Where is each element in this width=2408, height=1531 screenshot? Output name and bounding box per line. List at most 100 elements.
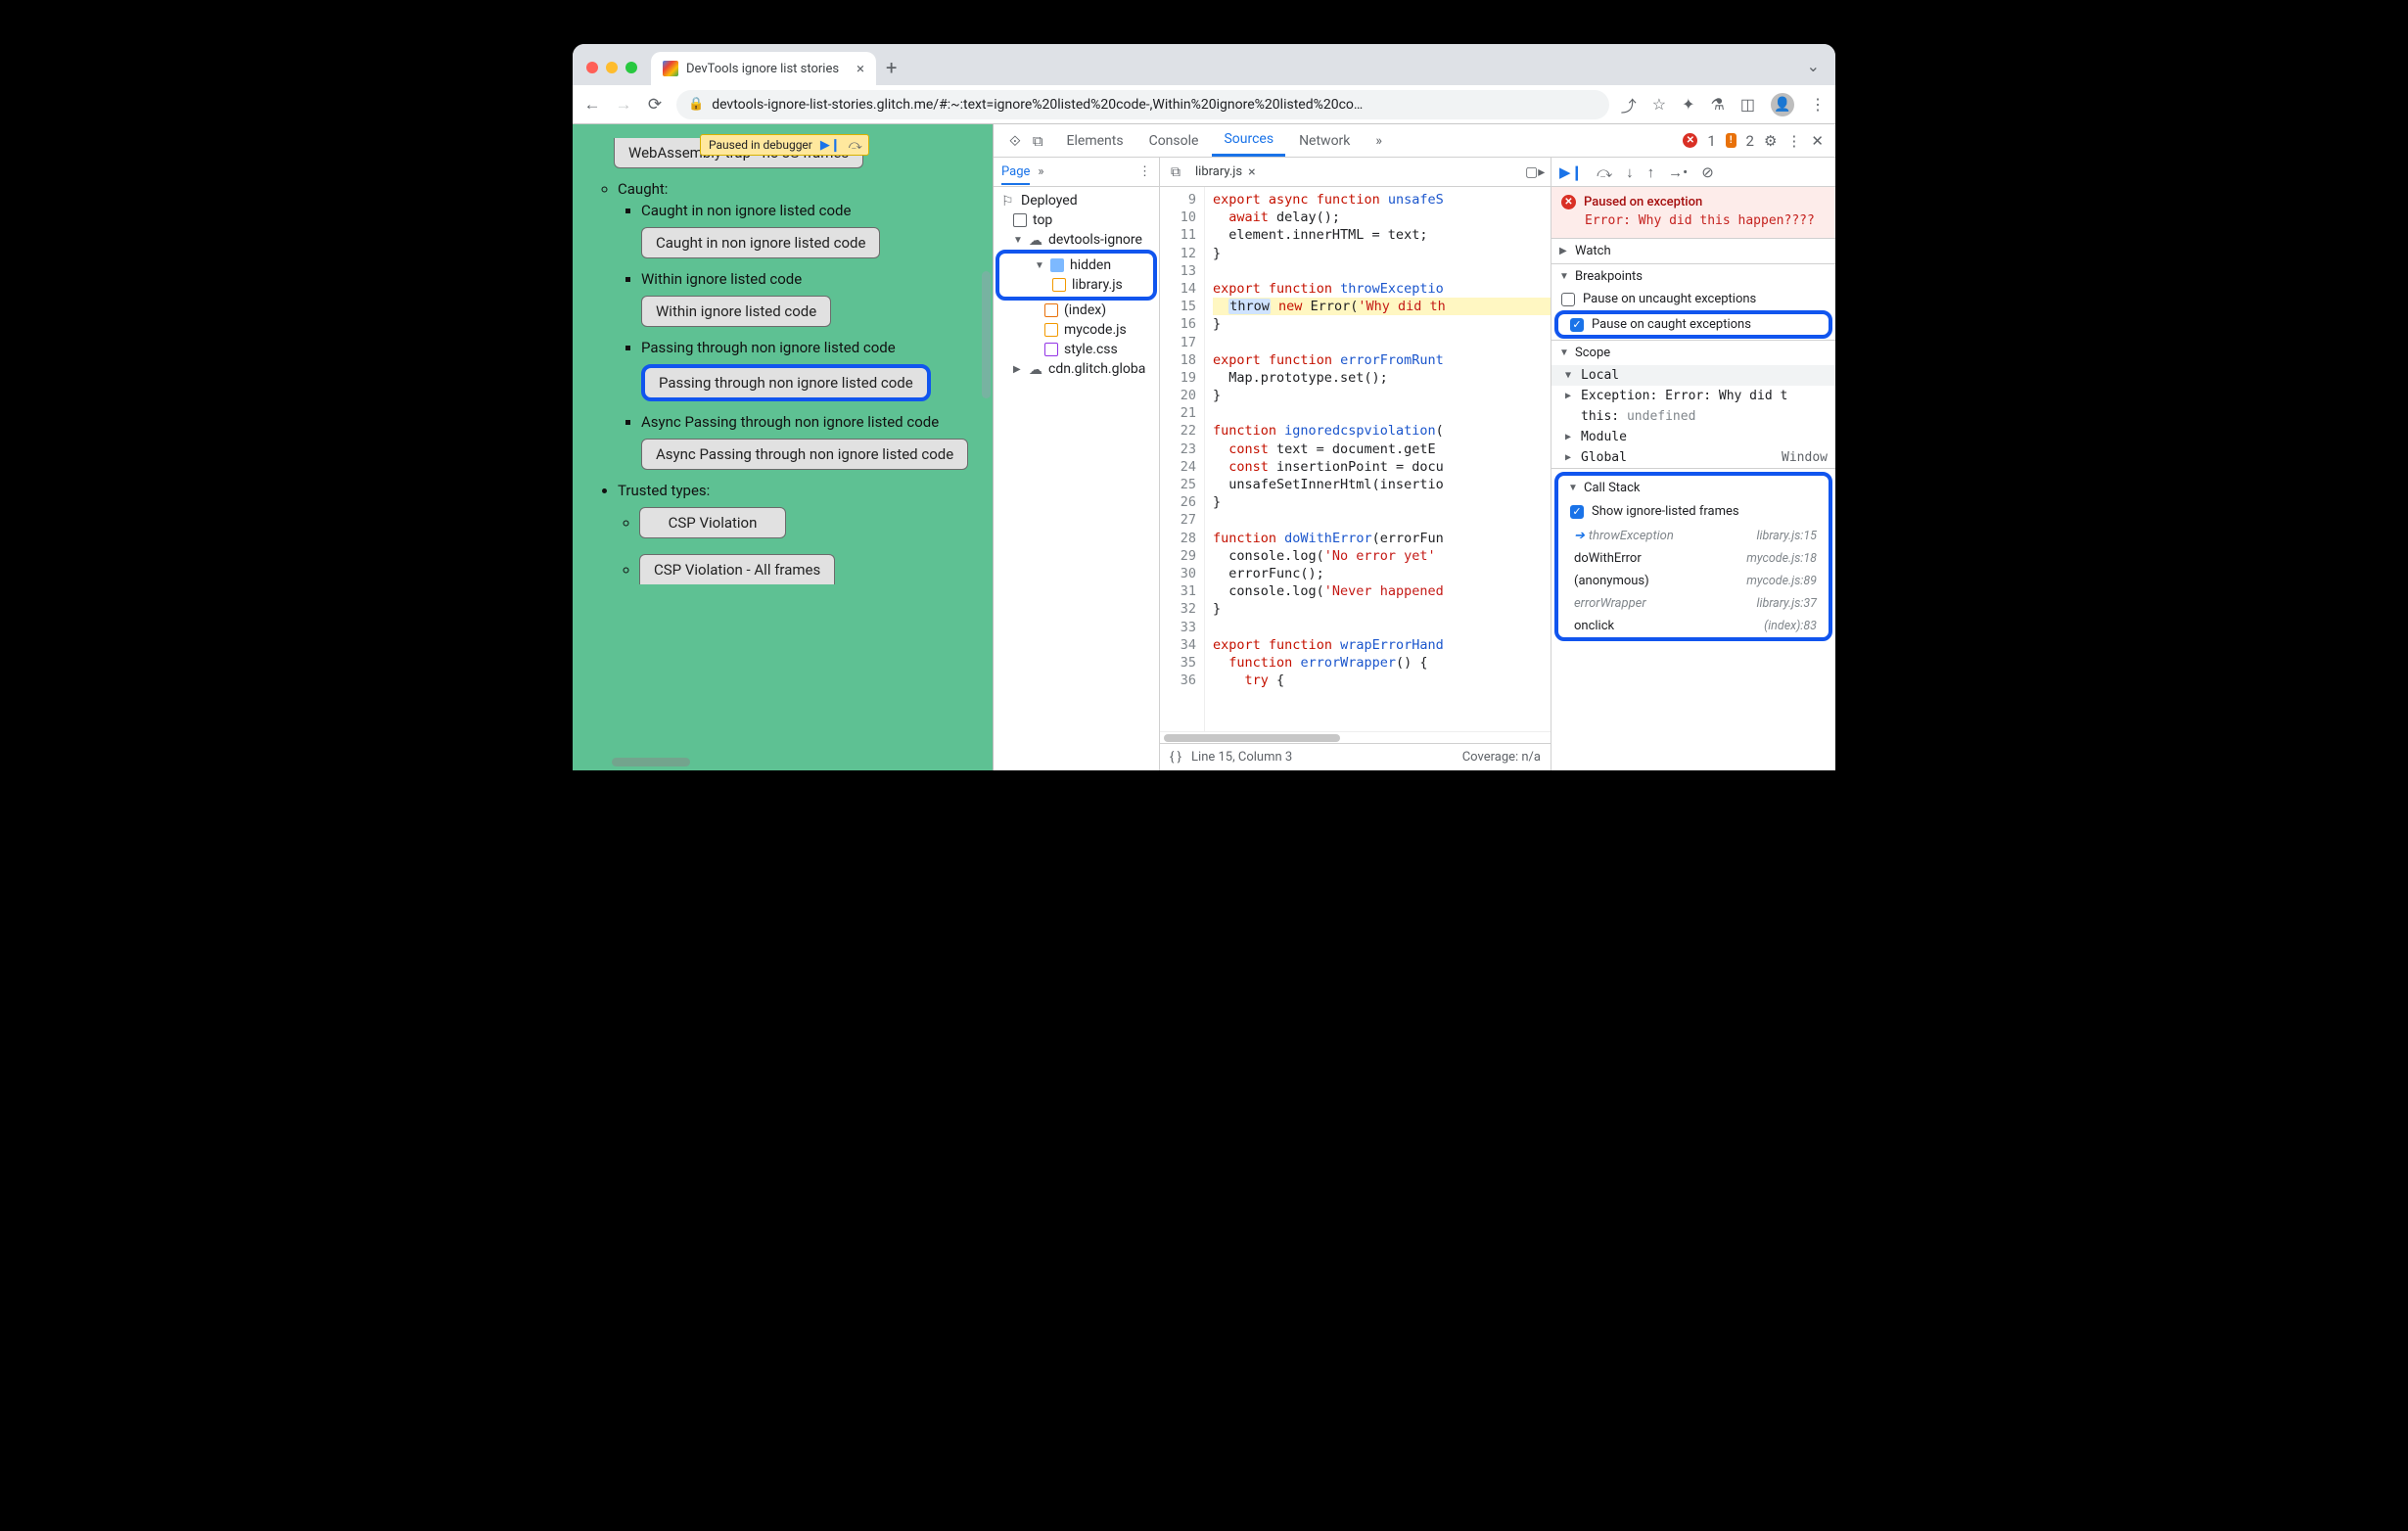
checkbox-checked-icon[interactable]: ✓: [1570, 318, 1584, 332]
page-button-csp-all[interactable]: CSP Violation - All frames: [639, 554, 835, 584]
minimize-window-button[interactable]: [606, 62, 618, 73]
tree-node-hidden[interactable]: ▼hidden: [1001, 255, 1151, 275]
editor-scrollbar-horizontal[interactable]: [1160, 731, 1551, 743]
page-button-within-ignore[interactable]: Within ignore listed code: [641, 296, 831, 327]
content-area: Paused in debugger ▶❙ ⤼ WebAssembly trap…: [573, 124, 1835, 770]
error-count: 1: [1707, 132, 1715, 150]
forward-icon[interactable]: →: [614, 95, 633, 115]
code-area[interactable]: 9101112131415161718192021222324252627282…: [1160, 187, 1551, 731]
editor-tabbar: ⧉ library.js × ▢▸: [1160, 158, 1551, 187]
devtools-menu-icon[interactable]: ⋮: [1786, 132, 1801, 150]
tree-node-top[interactable]: top: [996, 210, 1157, 230]
device-toolbar-icon[interactable]: ⧉: [1033, 132, 1043, 150]
page-scrollbar-horizontal[interactable]: [612, 758, 690, 766]
page-body: WebAssembly trap - no JS frames Caught: …: [573, 124, 993, 592]
close-window-button[interactable]: [586, 62, 598, 73]
omnibox[interactable]: 🔒 devtools-ignore-list-stories.glitch.me…: [676, 90, 1609, 119]
callstack-frame[interactable]: errorWrapperlibrary.js:37: [1560, 592, 1827, 615]
warning-badge-icon[interactable]: !: [1726, 133, 1737, 148]
section-watch[interactable]: ▶Watch: [1551, 239, 1835, 263]
page-button-caught-nonignore[interactable]: Caught in non ignore listed code: [641, 227, 880, 258]
page-heading-caught: Caught:: [618, 180, 987, 198]
list-item: Passing through non ignore listed code: [641, 339, 987, 356]
step-into-button-icon[interactable]: ↓: [1626, 163, 1634, 181]
tree-node-index[interactable]: (index): [996, 301, 1157, 320]
tree-node-origin[interactable]: ▼devtools-ignore: [996, 230, 1157, 250]
source-text[interactable]: export async function unsafeS await dela…: [1205, 187, 1551, 731]
step-button-icon[interactable]: →•: [1668, 163, 1688, 181]
scope-exception[interactable]: ▶Exception: Error: Why did t: [1551, 386, 1835, 406]
settings-icon[interactable]: ⚙: [1764, 132, 1777, 150]
labs-icon[interactable]: ⚗: [1711, 95, 1725, 114]
close-devtools-icon[interactable]: ✕: [1811, 132, 1824, 150]
back-icon[interactable]: ←: [582, 95, 602, 115]
step-over-icon[interactable]: ⤼: [849, 138, 862, 153]
callstack-frame[interactable]: onclick(index):83: [1560, 615, 1827, 637]
inspect-icon[interactable]: ⟐: [1009, 132, 1021, 150]
section-scope-header[interactable]: ▼Scope: [1551, 341, 1835, 365]
callstack-frame[interactable]: doWithErrormycode.js:18: [1560, 547, 1827, 570]
sources-navigator: Page » ⋮ Deployed top ▼devtools-ignore ▼…: [994, 158, 1160, 770]
editor-statusbar: { } Line 15, Column 3 Coverage: n/a: [1160, 743, 1551, 770]
close-tab-icon[interactable]: ×: [857, 62, 864, 76]
callstack-frame[interactable]: (anonymous)mycode.js:89: [1560, 570, 1827, 592]
tab-elements[interactable]: Elements: [1055, 124, 1135, 157]
sidepanel-icon[interactable]: ◫: [1740, 95, 1755, 114]
bp-pause-caught[interactable]: ✓ Pause on caught exceptions: [1560, 314, 1827, 335]
tab-title: DevTools ignore list stories: [686, 62, 849, 76]
bp-pause-uncaught[interactable]: Pause on uncaught exceptions: [1551, 289, 1835, 309]
tree-node-deployed[interactable]: Deployed: [996, 191, 1157, 210]
callstack-highlight: ▼Call Stack ✓ Show ignore-listed frames …: [1554, 472, 1832, 641]
chrome-actions: ⤴ ☆ ✦ ⚗ ◫ 👤 ⋮: [1621, 93, 1826, 116]
checkbox-unchecked-icon[interactable]: [1561, 293, 1575, 306]
tree-node-cdn[interactable]: ▶cdn.glitch.globa: [996, 359, 1157, 379]
section-breakpoints-header[interactable]: ▼Breakpoints: [1551, 264, 1835, 289]
show-ignored-frames[interactable]: ✓ Show ignore-listed frames: [1560, 500, 1827, 525]
reload-icon[interactable]: ⟳: [645, 95, 665, 115]
callstack-frame[interactable]: ➔throwExceptionlibrary.js:15: [1560, 525, 1827, 547]
step-out-button-icon[interactable]: ↑: [1647, 163, 1655, 181]
tab-sources[interactable]: Sources: [1212, 124, 1285, 157]
toggle-debugger-icon[interactable]: ▢▸: [1525, 164, 1545, 180]
tab-network[interactable]: Network: [1287, 124, 1362, 157]
page-scrollbar-vertical[interactable]: [982, 271, 991, 398]
close-file-icon[interactable]: ×: [1248, 164, 1255, 180]
paused-overlay: Paused in debugger ▶❙ ⤼: [700, 134, 869, 156]
section-callstack-header[interactable]: ▼Call Stack: [1560, 476, 1827, 500]
browser-tab[interactable]: DevTools ignore list stories ×: [651, 52, 876, 85]
navigator-overflow-icon[interactable]: »: [1038, 164, 1043, 179]
extensions-icon[interactable]: ✦: [1682, 95, 1694, 114]
chrome-menu-icon[interactable]: ⋮: [1810, 95, 1826, 114]
bookmark-icon[interactable]: ☆: [1652, 95, 1666, 114]
tab-overflow-icon[interactable]: ⌄: [1807, 57, 1820, 75]
list-item: Caught in non ignore listed code: [641, 202, 987, 219]
editor-tab-library[interactable]: library.js ×: [1195, 164, 1256, 180]
resume-icon[interactable]: ▶❙: [820, 138, 841, 153]
tree-node-library[interactable]: library.js: [1001, 275, 1151, 295]
pretty-print-icon[interactable]: { }: [1170, 750, 1181, 765]
page-heading-trusted: Trusted types:: [618, 482, 987, 499]
scope-local[interactable]: ▼Local: [1551, 365, 1835, 386]
lock-icon: 🔒: [688, 97, 704, 112]
page-button-async-passing[interactable]: Async Passing through non ignore listed …: [641, 439, 968, 470]
error-badge-icon[interactable]: ✕: [1683, 133, 1697, 148]
new-tab-button[interactable]: +: [886, 58, 897, 77]
scope-global[interactable]: ▶GlobalWindow: [1551, 447, 1835, 468]
tree-node-style[interactable]: style.css: [996, 340, 1157, 359]
share-icon[interactable]: ⤴: [1621, 93, 1637, 116]
navigator-tab-page[interactable]: Page: [1001, 164, 1030, 185]
navigator-menu-icon[interactable]: ⋮: [1138, 164, 1151, 179]
deactivate-breakpoints-icon[interactable]: ⊘: [1701, 163, 1714, 181]
tree-node-mycode[interactable]: mycode.js: [996, 320, 1157, 340]
scope-module[interactable]: ▶Module: [1551, 427, 1835, 447]
resume-button-icon[interactable]: ▶❙: [1559, 163, 1583, 181]
profile-avatar-icon[interactable]: 👤: [1771, 93, 1794, 116]
toggle-navigator-icon[interactable]: ⧉: [1166, 164, 1185, 180]
tabs-overflow-icon[interactable]: »: [1364, 124, 1394, 157]
maximize-window-button[interactable]: [625, 62, 637, 73]
page-button-passing-through[interactable]: Passing through non ignore listed code: [641, 364, 931, 401]
page-button-csp[interactable]: CSP Violation: [639, 507, 786, 538]
tab-console[interactable]: Console: [1137, 124, 1211, 157]
checkbox-checked-icon[interactable]: ✓: [1570, 505, 1584, 519]
step-over-button-icon[interactable]: ⤼: [1597, 163, 1612, 181]
